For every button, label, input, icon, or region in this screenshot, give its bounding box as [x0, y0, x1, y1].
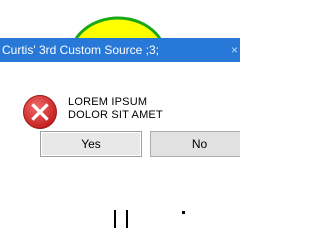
- error-icon: [23, 95, 57, 129]
- close-icon[interactable]: ×: [231, 38, 240, 62]
- message-line-2: DOLOR SIT AMET: [68, 109, 163, 121]
- dialog-message: LOREM IPSUM DOLOR SIT AMET: [68, 96, 163, 122]
- message-line-1: LOREM IPSUM: [68, 96, 148, 108]
- dialog-titlebar[interactable]: Curtis' 3rd Custom Source ;3; ×: [0, 38, 240, 62]
- doodle-dot: [182, 211, 185, 214]
- yes-button[interactable]: Yes: [40, 131, 142, 157]
- message-dialog: Curtis' 3rd Custom Source ;3; × LOREM IP…: [0, 38, 240, 200]
- screen: Curtis' 3rd Custom Source ;3; × LOREM IP…: [0, 0, 240, 240]
- no-button[interactable]: No: [150, 131, 240, 157]
- dialog-title: Curtis' 3rd Custom Source ;3;: [2, 43, 160, 57]
